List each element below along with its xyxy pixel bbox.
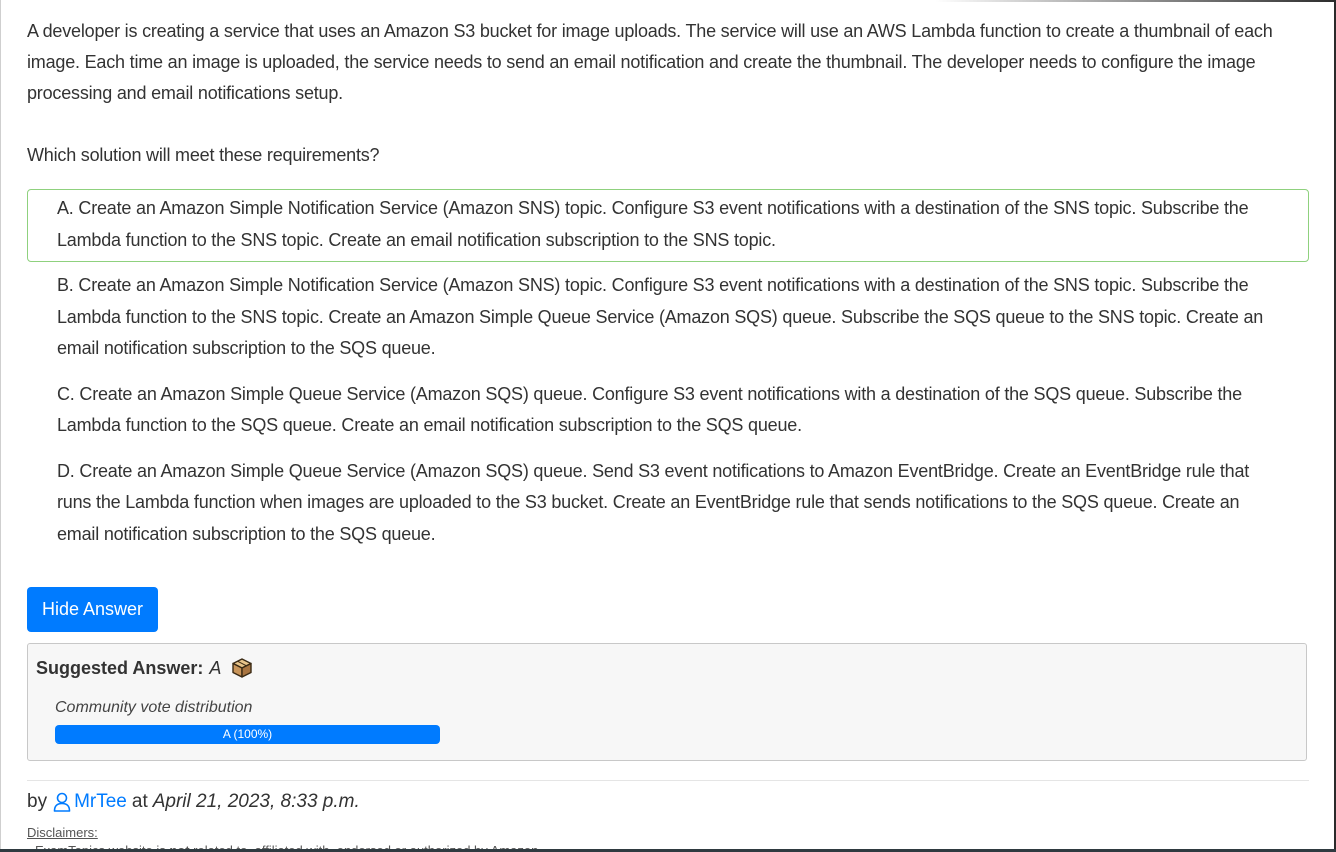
hide-answer-button[interactable]: Hide Answer <box>27 587 159 632</box>
choice-b[interactable]: B. Create an Amazon Simple Notification … <box>27 266 1309 371</box>
suggested-answer-value: A <box>209 657 222 678</box>
vote-distribution-label: Community vote distribution <box>55 699 253 716</box>
byline-at: at <box>131 791 148 812</box>
question-text: A developer is creating a service that u… <box>27 21 1273 103</box>
choice-c[interactable]: C. Create an Amazon Simple Queue Service… <box>27 375 1309 448</box>
top-border <box>0 0 1336 2</box>
user-icon <box>53 792 71 812</box>
byline: by MrTee at April 21, 2023, 8:33 p.m. <box>27 791 1309 813</box>
username-link[interactable]: MrTee <box>74 791 127 813</box>
answer-box: Suggested Answer: A Community vote distr… <box>27 643 1307 761</box>
post-date: April 21, 2023, 8:33 p.m. <box>152 791 360 812</box>
suggested-answer-label: Suggested Answer: <box>36 657 204 678</box>
vote-progress-fill: A (100%) <box>55 725 440 744</box>
byline-by: by <box>27 791 48 812</box>
vote-progress-bar: A (100%) <box>55 725 440 744</box>
left-border <box>0 0 1 852</box>
choices-list: A. Create an Amazon Simple Notification … <box>27 189 1309 556</box>
box-icon[interactable] <box>231 657 253 679</box>
question-card: A developer is creating a service that u… <box>27 16 1309 852</box>
question-prompt: Which solution will meet these requireme… <box>27 145 380 165</box>
choice-d[interactable]: D. Create an Amazon Simple Queue Service… <box>27 452 1309 557</box>
disclaimer-title: Disclaimers: <box>27 825 98 840</box>
divider <box>27 780 1309 781</box>
choice-a[interactable]: A. Create an Amazon Simple Notification … <box>27 189 1309 262</box>
suggested-answer: Suggested Answer: A <box>36 657 253 679</box>
